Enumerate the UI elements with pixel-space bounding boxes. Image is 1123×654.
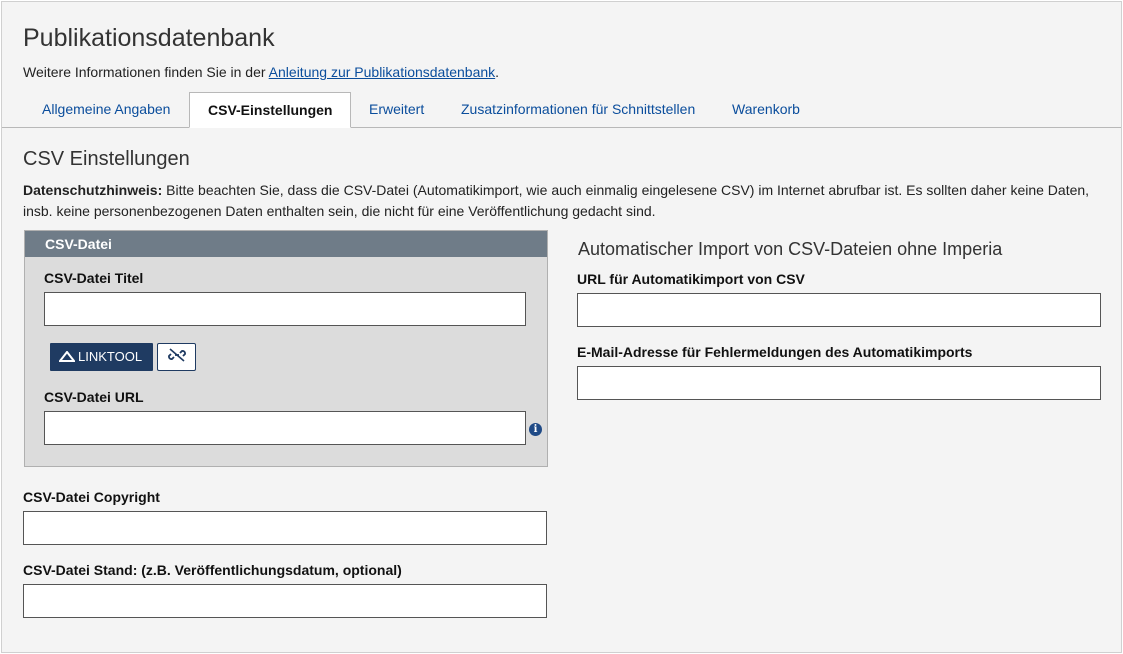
stand-label: CSV-Datei Stand: (z.B. Veröffentlichungs… [23,562,402,578]
auto-import-title: Automatischer Import von CSV-Dateien ohn… [578,239,1003,259]
tab-warenkorb[interactable]: Warenkorb [714,92,818,127]
tab-csv-einstellungen[interactable]: CSV-Einstellungen [189,92,352,128]
info-line: Weitere Informationen finden Sie in der … [23,64,499,80]
linktool-button[interactable]: LINKTOOL [50,343,153,371]
error-email-label: E-Mail-Adresse für Fehlermeldungen des A… [577,344,973,360]
unlink-icon [167,347,186,367]
auto-import-url-input[interactable] [577,293,1101,327]
auto-import-url-label: URL für Automatikimport von CSV [577,271,805,287]
page-frame: Publikationsdatenbank Weitere Informatio… [1,1,1122,653]
stand-input[interactable] [23,584,547,618]
privacy-label: Datenschutzhinweis: [23,182,163,198]
unlink-button[interactable] [157,343,196,371]
info-icon[interactable]: i [529,423,542,436]
csv-title-input[interactable] [44,292,526,326]
tab-allgemeine-angaben[interactable]: Allgemeine Angaben [24,92,188,127]
privacy-text: Bitte beachten Sie, dass die CSV-Datei (… [23,182,1090,219]
csv-panel-heading: CSV-Datei [25,231,547,257]
section-title: CSV Einstellungen [23,148,190,170]
copyright-label: CSV-Datei Copyright [23,489,160,505]
csv-url-input[interactable] [44,411,526,445]
csv-url-label: CSV-Datei URL [44,389,144,405]
info-suffix: . [495,64,500,80]
manual-link[interactable]: Anleitung zur Publikationsdatenbank [269,64,496,80]
error-email-input[interactable] [577,366,1101,400]
tab-erweitert[interactable]: Erweitert [351,92,442,127]
copyright-input[interactable] [23,511,547,545]
info-text: Weitere Informationen finden Sie in der [23,64,269,80]
privacy-notice: Datenschutzhinweis: Bitte beachten Sie, … [23,180,1103,221]
csv-title-label: CSV-Datei Titel [44,270,144,286]
tab-bar: Allgemeine Angaben CSV-Einstellungen Erw… [2,92,1121,128]
mountain-icon [57,344,77,372]
tab-zusatzinformationen[interactable]: Zusatzinformationen für Schnittstellen [443,92,713,127]
linktool-label: LINKTOOL [78,349,143,364]
page-title: Publikationsdatenbank [23,24,275,52]
